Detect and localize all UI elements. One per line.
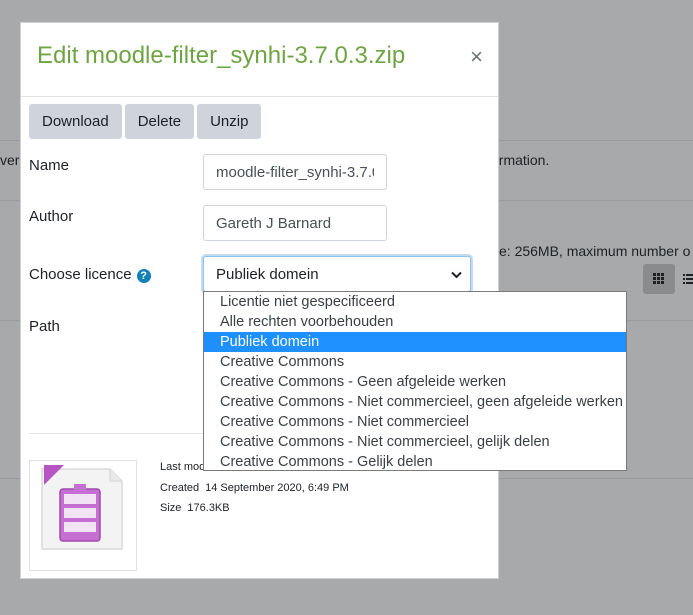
dialog-header: Edit moodle-filter_synhi-3.7.0.3.zip × (21, 23, 498, 97)
licence-option[interactable]: Creative Commons - Niet commercieel, gel… (204, 432, 626, 452)
bg-text-size: e: 256MB, maximum number o (499, 243, 691, 259)
question-circle-icon[interactable]: ? (136, 269, 151, 283)
list-icon (683, 273, 693, 285)
size-label: Size (160, 502, 182, 514)
licence-option-selected[interactable]: Publiek domein (204, 332, 626, 352)
dialog-title: Edit moodle-filter_synhi-3.7.0.3.zip (37, 42, 406, 69)
licence-select[interactable]: Publiek domein (203, 256, 471, 292)
size-value: 176.3KB (187, 502, 230, 514)
bg-text-info: ormation. (491, 152, 550, 168)
list-view-button[interactable] (677, 264, 693, 294)
delete-button[interactable]: Delete (124, 104, 195, 139)
licence-option[interactable]: Creative Commons - Gelijk delen (204, 452, 626, 472)
close-icon[interactable]: × (470, 46, 483, 68)
meta-size: Size 176.3KB (160, 502, 230, 514)
bg-text-left: ver (0, 152, 20, 168)
licence-label: Choose licence? (29, 266, 151, 283)
name-label: Name (29, 157, 70, 174)
author-field[interactable] (203, 205, 387, 241)
grid-view-button[interactable] (643, 264, 675, 294)
licence-option[interactable]: Licentie niet gespecificeerd (204, 292, 626, 312)
path-label: Path (29, 318, 60, 335)
unzip-button[interactable]: Unzip (197, 104, 262, 139)
file-thumbnail (29, 460, 137, 571)
archive-file-icon (41, 465, 123, 550)
licence-option[interactable]: Alle rechten voorbehouden (204, 312, 626, 332)
grid-icon (653, 273, 665, 285)
meta-created: Created 14 September 2020, 6:49 PM (160, 482, 349, 494)
licence-selected-value: Publiek domein (216, 265, 319, 283)
licence-option[interactable]: Creative Commons - Niet commercieel (204, 412, 626, 432)
file-toolbar: Download Delete Unzip (29, 104, 262, 139)
licence-option[interactable]: Creative Commons (204, 352, 626, 372)
chevron-down-icon (451, 267, 462, 282)
licence-option[interactable]: Creative Commons - Geen afgeleide werken (204, 372, 626, 392)
name-field[interactable] (203, 154, 387, 190)
licence-label-text: Choose licence (29, 266, 132, 283)
meta-last-modified: Last mod (160, 461, 206, 473)
licence-options-list: Licentie niet gespecificeerd Alle rechte… (203, 291, 627, 471)
licence-option[interactable]: Creative Commons - Niet commercieel, gee… (204, 392, 626, 412)
created-value: 14 September 2020, 6:49 PM (205, 482, 349, 494)
download-button[interactable]: Download (29, 104, 122, 139)
author-label: Author (29, 208, 74, 225)
created-label: Created (160, 482, 200, 494)
